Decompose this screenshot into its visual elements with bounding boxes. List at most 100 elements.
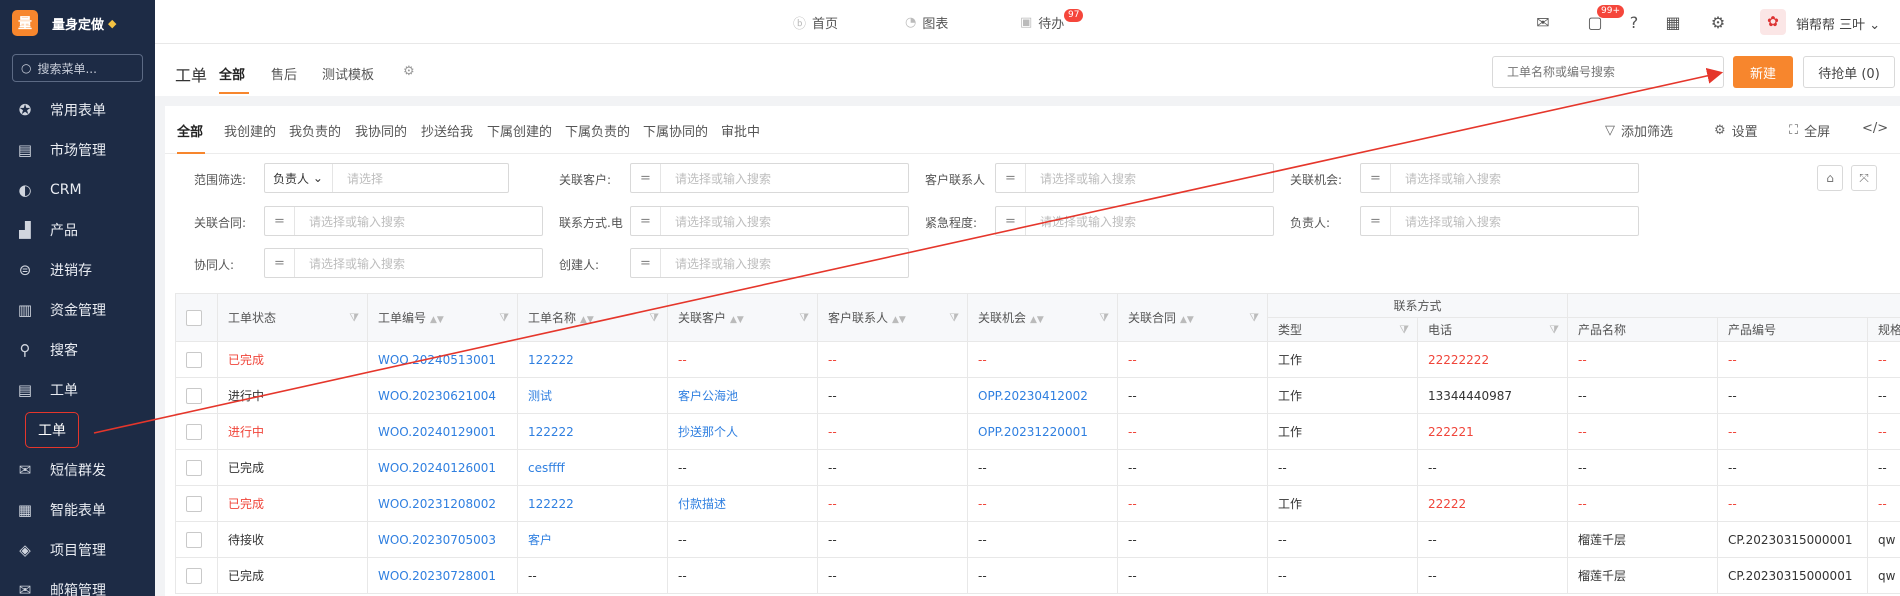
cell-name[interactable]: 122222: [517, 485, 668, 522]
table-row[interactable]: 已完成 WOO.20240513001 122222 -- -- -- -- 工作 222222…: [175, 341, 1900, 378]
tab-settings-icon[interactable]: ⚙: [403, 64, 415, 79]
filter-icon[interactable]: ⧩: [1249, 311, 1259, 325]
cell-name[interactable]: 客户: [517, 521, 668, 558]
sidebar-item[interactable]: ▤ 市场管理: [0, 130, 155, 170]
help-icon[interactable]: ?: [1624, 12, 1644, 32]
col-customer[interactable]: 关联客户 ▲▼ ⧩: [667, 293, 818, 342]
filter-tab[interactable]: 我创建的: [224, 121, 276, 140]
filter-tab[interactable]: 我协同的: [355, 121, 407, 140]
col-status[interactable]: 工单状态 ⧩: [217, 293, 368, 342]
filter-tab[interactable]: 下属创建的: [487, 121, 552, 140]
filter-icon[interactable]: ⧩: [1549, 323, 1559, 337]
cell-number[interactable]: WOO.20240129001: [367, 413, 518, 450]
filter-icon[interactable]: ⧩: [799, 311, 809, 325]
customer-filter[interactable]: = 请选择或输入搜索: [630, 163, 909, 193]
creator-filter[interactable]: = 请选择或输入搜索: [630, 248, 909, 278]
sidebar-item[interactable]: ▦ 智能表单: [0, 490, 155, 530]
filter-icon[interactable]: ⧩: [1099, 311, 1109, 325]
filter-tab[interactable]: 下属协同的: [643, 121, 708, 140]
sidebar-item[interactable]: ▟ 产品: [0, 210, 155, 250]
sort-icon[interactable]: ▲▼: [430, 315, 444, 325]
pending-grab-button[interactable]: 待抢单 (0): [1803, 56, 1895, 88]
urgency-filter[interactable]: = 请选择或输入搜索: [995, 206, 1274, 236]
avatar[interactable]: ✿: [1760, 9, 1786, 35]
row-checkbox[interactable]: [186, 423, 202, 440]
row-checkbox[interactable]: [186, 495, 202, 512]
sidebar-item[interactable]: ◐ CRM: [0, 170, 155, 210]
cell-name[interactable]: cesffff: [517, 449, 668, 486]
sidebar-sub-item-workorder[interactable]: 工单: [0, 410, 155, 450]
filter-tab[interactable]: 抄送给我: [421, 121, 473, 140]
sidebar-item[interactable]: ✪ 常用表单: [0, 90, 155, 130]
col-contact[interactable]: 客户联系人 ▲▼ ⧩: [817, 293, 968, 342]
sort-icon[interactable]: ▲▼: [580, 315, 594, 325]
collapse-filter-icon[interactable]: ⤧: [1851, 165, 1877, 191]
row-checkbox[interactable]: [186, 387, 202, 404]
table-row[interactable]: 已完成 WOO.20231208002 122222 付款描述 -- -- -- 工作 2222…: [175, 485, 1900, 522]
cell-number[interactable]: WOO.20230728001: [367, 557, 518, 594]
sort-icon[interactable]: ▲▼: [892, 315, 906, 325]
mail-icon[interactable]: ✉: [1533, 12, 1553, 32]
cell-name[interactable]: 122222: [517, 341, 668, 378]
new-button[interactable]: 新建: [1733, 56, 1793, 88]
filter-icon[interactable]: ⧩: [349, 311, 359, 325]
sidebar-item[interactable]: ✉ 短信群发: [0, 450, 155, 490]
table-row[interactable]: 进行中 WOO.20230621004 测试 客户公海池 -- OPP.202304120…: [175, 377, 1900, 414]
row-checkbox[interactable]: [186, 351, 202, 368]
workorder-search-input[interactable]: [1492, 56, 1724, 88]
sort-icon[interactable]: ▲▼: [1030, 315, 1044, 325]
sidebar-item[interactable]: ⚲ 搜客: [0, 330, 155, 370]
table-row[interactable]: 已完成 WOO.20230728001 -- -- -- -- -- -- -- 榴莲千层 CP.2…: [175, 557, 1900, 594]
cell-name[interactable]: 122222: [517, 413, 668, 450]
cell-customer[interactable]: 付款描述: [667, 485, 818, 522]
filter-tab[interactable]: 我负责的: [289, 121, 341, 140]
tab-after-sales[interactable]: 售后: [271, 64, 297, 83]
sidebar-item[interactable]: ✉ 邮箱管理: [0, 570, 155, 596]
col-number[interactable]: 工单编号 ▲▼ ⧩: [367, 293, 518, 342]
filter-icon[interactable]: ⧩: [499, 311, 509, 325]
tab-test-template[interactable]: 测试模板: [322, 64, 374, 83]
filter-icon[interactable]: ⧩: [1399, 323, 1409, 337]
select-all-checkbox[interactable]: [186, 309, 202, 326]
cell-name[interactable]: 测试: [517, 377, 668, 414]
gear-icon[interactable]: ⚙: [1708, 12, 1728, 32]
nav-chart[interactable]: ◔ 图表: [905, 0, 948, 44]
method-filter[interactable]: = 请选择或输入搜索: [630, 206, 909, 236]
cell-opportunity[interactable]: OPP.20230412002: [967, 377, 1118, 414]
nav-todo[interactable]: ▣ 待办: [1020, 0, 1064, 44]
cell-customer[interactable]: 抄送那个人: [667, 413, 818, 450]
table-row[interactable]: 待接收 WOO.20230705003 客户 -- -- -- -- -- -- 榴莲千层 CP.2…: [175, 521, 1900, 558]
sidebar-item[interactable]: ◈ 项目管理: [0, 530, 155, 570]
col-spec[interactable]: 规格: [1867, 317, 1900, 342]
tab-all[interactable]: 全部: [219, 64, 245, 83]
row-checkbox[interactable]: [186, 459, 202, 476]
save-filter-icon[interactable]: ⌂: [1817, 165, 1843, 191]
collab-filter[interactable]: = 请选择或输入搜索: [264, 248, 543, 278]
sort-icon[interactable]: ▲▼: [730, 315, 744, 325]
fullscreen-button[interactable]: ⛶ 全屏: [1789, 121, 1830, 140]
col-product-no[interactable]: 产品编号: [1717, 317, 1869, 342]
filter-icon[interactable]: ⧩: [949, 311, 959, 325]
cell-number[interactable]: WOO.20230705003: [367, 521, 518, 558]
username[interactable]: 销帮帮 三叶 ⌄: [1796, 14, 1880, 33]
opportunity-filter[interactable]: = 请选择或输入搜索: [1360, 163, 1639, 193]
filter-tab[interactable]: 审批中: [721, 121, 760, 140]
filter-icon[interactable]: ⧩: [649, 311, 659, 325]
contract-filter[interactable]: = 请选择或输入搜索: [264, 206, 543, 236]
nav-home[interactable]: ⓑ 首页: [793, 0, 838, 44]
sidebar-item[interactable]: ▤ 工单: [0, 370, 155, 410]
sort-icon[interactable]: ▲▼: [1180, 315, 1194, 325]
filter-tab[interactable]: 全部: [177, 121, 203, 140]
code-button[interactable]: </>: [1862, 121, 1888, 136]
add-filter-button[interactable]: ▽ 添加筛选: [1605, 121, 1673, 140]
sidebar-item[interactable]: ▥ 资金管理: [0, 290, 155, 330]
col-product-name[interactable]: 产品名称: [1567, 317, 1719, 342]
scope-filter[interactable]: 负责人 ⌄ 请选择: [264, 163, 509, 193]
cell-customer[interactable]: 客户公海池: [667, 377, 818, 414]
cell-number[interactable]: WOO.20240513001: [367, 341, 518, 378]
cell-number[interactable]: WOO.20230621004: [367, 377, 518, 414]
logo[interactable]: 量 量身定做 ◆: [0, 0, 155, 46]
col-phone[interactable]: 电话 ⧩: [1416, 317, 1569, 342]
sidebar-item[interactable]: ⊜ 进销存: [0, 250, 155, 290]
row-checkbox[interactable]: [186, 531, 202, 548]
